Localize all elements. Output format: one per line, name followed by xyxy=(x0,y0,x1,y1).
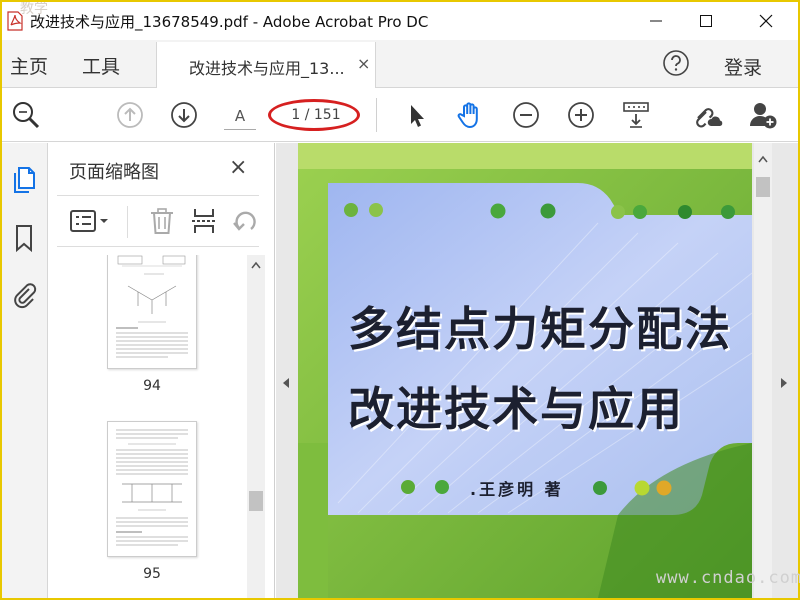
thumbnail-preview xyxy=(116,429,188,546)
plus-circle-icon xyxy=(568,102,594,128)
left-nav-pane xyxy=(2,143,48,598)
thumbnail-scrollbar[interactable] xyxy=(247,255,265,598)
cover-author: .王彦明 著 xyxy=(470,476,564,500)
bookmark-icon[interactable] xyxy=(10,223,38,253)
arrow-down-circle-icon xyxy=(171,102,197,128)
rotate-icon[interactable] xyxy=(229,206,259,236)
add-user-icon xyxy=(750,103,777,129)
thumbnail-list: 94 95 xyxy=(49,255,275,598)
panel-close-icon[interactable]: × xyxy=(229,155,247,180)
zoom-out-button[interactable] xyxy=(510,99,542,131)
thumbnail-page-number: 94 xyxy=(143,378,161,394)
panel-tool-separator xyxy=(127,206,128,238)
collapse-left-pane-icon[interactable] xyxy=(282,377,290,389)
panel-title: 页面缩略图 xyxy=(69,162,159,183)
minimize-icon xyxy=(650,20,662,22)
page-thumbnails-icon[interactable] xyxy=(10,165,38,195)
pointer-arrow-icon xyxy=(411,105,424,127)
panel-toolbar xyxy=(57,195,259,247)
thumbnail-page-95[interactable] xyxy=(107,421,197,557)
trash-icon[interactable] xyxy=(147,206,177,236)
toolbar-separator xyxy=(376,98,377,132)
title-bar: 教学 改进技术与应用_13678549.pdf - Adobe Acrobat … xyxy=(2,2,798,40)
link-cloud-icon xyxy=(696,108,723,128)
window-title: 改进技术与应用_13678549.pdf - Adobe Acrobat Pro… xyxy=(30,13,429,31)
next-page-button[interactable] xyxy=(168,99,200,131)
close-window-button[interactable] xyxy=(742,2,790,40)
site-watermark: www.cndao.com xyxy=(656,568,800,588)
thumbnail-preview xyxy=(116,255,188,358)
hand-icon xyxy=(457,102,478,129)
thumbnail-page-number: 95 xyxy=(143,566,161,582)
zoom-in-button[interactable] xyxy=(565,99,597,131)
select-tool-button[interactable] xyxy=(400,99,432,131)
hand-tool-button[interactable] xyxy=(454,99,486,131)
scroll-up-icon[interactable] xyxy=(758,155,768,163)
share-link-button[interactable] xyxy=(692,99,724,131)
thumbnail-options-icon[interactable] xyxy=(69,206,113,236)
search-button[interactable] xyxy=(10,99,42,131)
insert-pages-icon[interactable] xyxy=(189,206,219,236)
thumbnail-scroll-thumb[interactable] xyxy=(249,491,263,511)
attachment-icon[interactable] xyxy=(10,279,38,309)
menu-tools[interactable]: 工具 xyxy=(82,52,120,79)
thumbnail-page-94[interactable] xyxy=(107,255,197,369)
maximize-icon xyxy=(700,15,712,27)
close-icon xyxy=(759,14,773,28)
arrow-up-circle-icon xyxy=(117,102,143,128)
menu-home[interactable]: 主页 xyxy=(10,52,48,79)
login-button[interactable]: 登录 xyxy=(724,53,762,80)
cover-artwork xyxy=(298,143,752,598)
document-scroll-thumb[interactable] xyxy=(756,177,770,197)
acrobat-pdf-icon xyxy=(7,11,23,31)
keyboard-down-icon xyxy=(623,102,649,128)
previous-page-button[interactable] xyxy=(114,99,146,131)
read-mode-button[interactable] xyxy=(620,99,652,131)
pdf-cover-page: 多结点力矩分配法 改进技术与应用 .王彦明 著 xyxy=(298,143,752,598)
cover-author-dot: . xyxy=(470,480,480,499)
minus-circle-icon xyxy=(513,102,539,128)
cover-author-name: 王彦明 著 xyxy=(479,480,564,499)
maximize-button[interactable] xyxy=(682,2,730,40)
cover-title-line-1: 多结点力矩分配法 xyxy=(348,302,732,356)
help-icon[interactable] xyxy=(662,49,690,77)
minimize-button[interactable] xyxy=(632,2,680,40)
thumbnails-panel: 页面缩略图 × 94 95 xyxy=(49,143,275,598)
search-zoom-icon xyxy=(13,102,40,129)
expand-right-pane-icon[interactable] xyxy=(780,377,788,389)
add-user-button[interactable] xyxy=(748,99,780,131)
document-view: 多结点力矩分配法 改进技术与应用 .王彦明 著 xyxy=(276,143,798,598)
document-tab-close-icon[interactable]: × xyxy=(357,54,370,73)
page-count: 1 / 151 xyxy=(291,107,341,123)
document-scrollbar[interactable] xyxy=(754,143,772,598)
main-toolbar: A 1 / 151 xyxy=(2,88,798,142)
menu-tab-bar: 主页 工具 改进技术与应用_13... × 登录 xyxy=(2,40,798,89)
cover-title-line-2: 改进技术与应用 xyxy=(348,382,684,436)
document-tab-label: 改进技术与应用_13... xyxy=(189,59,345,78)
scroll-up-icon[interactable] xyxy=(251,261,261,269)
document-tab[interactable]: 改进技术与应用_13... × xyxy=(156,42,376,89)
acrobat-window: 教学 改进技术与应用_13678549.pdf - Adobe Acrobat … xyxy=(2,2,798,598)
page-number-input[interactable]: A xyxy=(224,102,256,130)
